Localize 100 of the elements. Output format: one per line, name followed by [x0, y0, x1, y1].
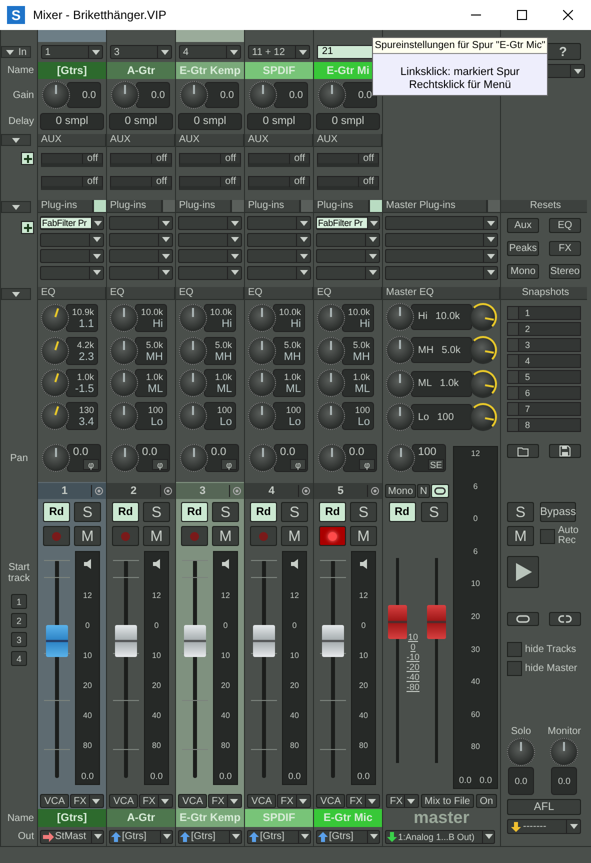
meter-value: 0.0	[480, 774, 492, 785]
scale-label: 0	[361, 621, 366, 630]
scale-label: 80	[471, 742, 480, 752]
scale-label: 20	[471, 612, 480, 621]
eq-value: ML	[148, 383, 163, 396]
gain-value: 0.0	[67, 82, 101, 108]
scale-label: -20	[406, 662, 420, 672]
eq-frequency: 100	[216, 404, 232, 416]
eq-value: -1.5	[75, 383, 94, 396]
tooltip-text: Rechtsklick für Menü	[408, 79, 512, 92]
knob-label: Solo	[510, 726, 531, 737]
meter-value: 0.0	[219, 771, 232, 781]
section-header: EQ	[38, 287, 106, 299]
eq-value: Lo	[220, 416, 232, 428]
eq-value: Hi	[152, 318, 163, 330]
eq-band-label: ML	[418, 378, 432, 390]
scale-label: 80	[83, 741, 92, 750]
scale-label: -10	[406, 652, 420, 662]
delay-value: 0 smpl	[178, 112, 242, 130]
delay-value: 0 smpl	[316, 112, 380, 130]
eq-band-label: Hi	[418, 311, 428, 322]
meter-value: 0.0	[458, 774, 472, 785]
scale-label: 12	[471, 449, 480, 458]
checkbox-label: hide Tracks	[525, 644, 576, 654]
scale-label: 10	[290, 651, 299, 660]
delay-value: 0 smpl	[40, 112, 104, 130]
scale-label: 80	[221, 741, 230, 750]
row-label: Out	[16, 831, 35, 842]
pan-value: 0.0	[141, 446, 158, 458]
scale-label: 40	[359, 711, 368, 720]
section-header: EQ	[176, 287, 244, 299]
eq-frequency: 10.0k	[435, 311, 460, 322]
track-number: 1	[38, 485, 92, 497]
scale-label: 10	[359, 651, 368, 660]
pan-value: 0.0	[72, 446, 88, 458]
eq-frequency: 10.0k	[210, 306, 232, 318]
eq-frequency: 10.0k	[278, 306, 301, 318]
eq-value: 3.4	[78, 416, 94, 428]
scale-label: 40	[471, 677, 480, 686]
eq-value: Hi	[360, 318, 370, 330]
scale-label: 12	[290, 591, 299, 600]
delay-value: 0 smpl	[109, 112, 173, 130]
scale-label: 0	[473, 514, 478, 524]
eq-value: ML	[354, 383, 370, 396]
knob-value: 0.0	[551, 767, 578, 795]
eq-value: Lo	[150, 416, 163, 428]
track-number: 3	[176, 485, 230, 497]
section-header: Snapshots	[520, 287, 570, 299]
section-header: AUX	[107, 134, 175, 146]
track-number: 5	[314, 485, 368, 497]
section-header: EQ	[314, 287, 382, 299]
meter-value: 0.0	[357, 771, 370, 781]
section-header: Resets	[528, 200, 562, 212]
scale-label: 40	[152, 711, 161, 720]
pan-value: 100	[417, 446, 436, 458]
eq-value: ML	[286, 383, 301, 396]
knob-label: Monitor	[548, 726, 581, 737]
eq-frequency: 1.0k	[440, 378, 459, 390]
scale-label: 12	[221, 591, 230, 600]
scale-label: 12	[152, 591, 161, 600]
scale-label: -80	[406, 682, 420, 692]
eq-frequency: 1.0k	[214, 371, 232, 384]
eq-frequency: 5.0k	[214, 338, 232, 351]
eq-value: MH	[352, 350, 370, 363]
section-header: AUX	[176, 134, 244, 146]
scale-label: -40	[406, 672, 420, 682]
section-header: Master EQ	[383, 287, 500, 299]
eq-value: MH	[146, 350, 163, 363]
tooltip-text: Linksklick: markiert Spur	[399, 66, 521, 79]
eq-frequency: 100	[354, 404, 370, 416]
scale-label: 0	[410, 642, 416, 652]
row-label: Start track	[7, 562, 31, 584]
meter-value: 0.0	[150, 771, 163, 781]
scale-label: 12	[83, 591, 92, 600]
eq-frequency: 1.0k	[146, 371, 163, 384]
scale-label: 40	[221, 711, 230, 720]
scale-label: 20	[152, 681, 161, 690]
eq-frequency: 5.0k	[442, 344, 460, 356]
eq-frequency: 1.0k	[352, 371, 370, 384]
scale-label: 0	[154, 621, 159, 630]
section-header: AUX	[314, 134, 382, 146]
scale-label: 80	[290, 741, 299, 750]
row-label: Name	[6, 65, 35, 76]
eq-frequency: 5.0k	[284, 338, 301, 351]
eq-band-label: MH	[418, 344, 434, 356]
eq-value: ML	[216, 383, 232, 396]
gain-value: 0.0	[136, 82, 170, 108]
section-header: EQ	[245, 287, 313, 299]
row-label: Pan	[9, 452, 29, 464]
eq-frequency: 5.0k	[352, 338, 370, 351]
scale-label: 10	[221, 651, 230, 660]
tooltip-title: Spureinstellungen für Spur "E-Gtr Mic"	[373, 38, 547, 54]
eq-value: Hi	[290, 318, 301, 330]
section-header: AUX	[38, 134, 106, 146]
app-logo: S	[7, 6, 25, 24]
track-number: 4	[245, 485, 299, 497]
checkbox-label: Auto Rec	[558, 526, 580, 546]
scale-label: 20	[221, 681, 230, 690]
scale-label: 10	[471, 579, 480, 588]
eq-band-label: Lo	[418, 412, 430, 423]
